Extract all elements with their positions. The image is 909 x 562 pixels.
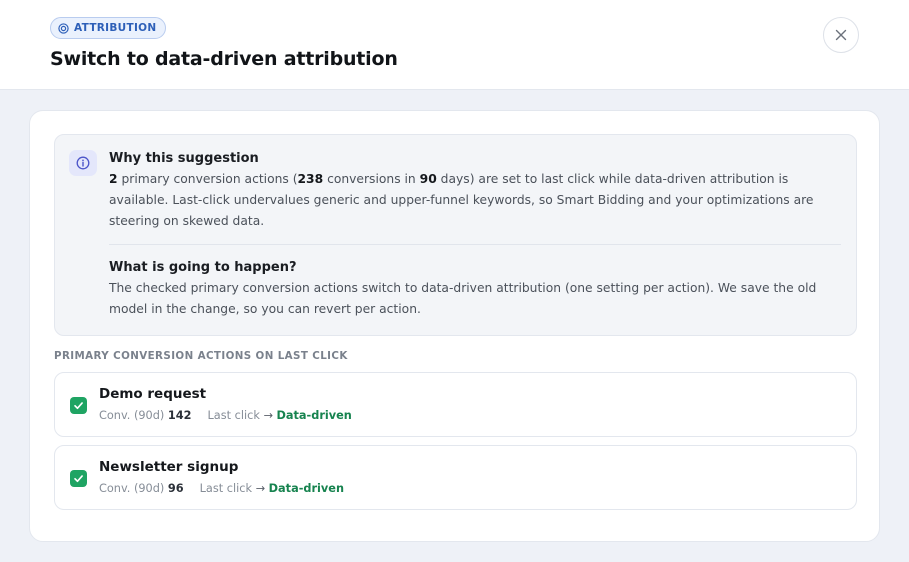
action-row-newsletter-signup[interactable]: Newsletter signup Conv. (90d) 96 Last cli… [54,445,857,510]
conv-label: Conv. (90d) [99,482,168,495]
what-heading: What is going to happen? [109,260,297,275]
from-model: Last click [199,482,256,495]
why-text-part: primary conversion actions ( [117,172,298,186]
to-model: Data-driven [276,409,352,422]
checkbox[interactable] [70,470,87,487]
dialog-title: Switch to data-driven attribution [50,48,398,70]
dialog-header: ATTRIBUTION Switch to data-driven attrib… [0,0,909,90]
close-icon [835,29,847,41]
section-label: PRIMARY CONVERSION ACTIONS ON LAST CLICK [54,350,348,362]
checkbox[interactable] [70,397,87,414]
action-row-demo-request[interactable]: Demo request Conv. (90d) 142 Last click →… [54,372,857,437]
from-model: Last click [207,409,264,422]
why-text-part: conversions in [323,172,420,186]
badge-label: ATTRIBUTION [74,22,157,34]
info-body: Why this suggestion 2 primary conversion… [109,149,841,320]
checkmark-icon [74,475,83,483]
why-heading: Why this suggestion [109,151,259,166]
arrow-icon: → [255,482,266,495]
what-text: The checked primary conversion actions s… [109,281,817,316]
action-count: 2 [109,172,118,186]
action-meta: Conv. (90d) 96 Last click → Data-driven [99,482,344,495]
action-name: Newsletter signup [99,459,239,475]
day-count: 90 [419,172,437,186]
why-text: 2 primary conversion actions (238 conver… [109,169,841,232]
action-name: Demo request [99,386,207,402]
action-meta: Conv. (90d) 142 Last click → Data-driven [99,409,352,422]
attribution-badge: ATTRIBUTION [50,17,167,39]
arrow-icon: → [263,409,273,422]
conv-value: 96 [167,482,184,495]
conv-label: Conv. (90d) [99,409,168,422]
suggestion-card: Why this suggestion 2 primary conversion… [29,110,880,542]
info-icon-box [69,150,97,176]
checkmark-icon [74,402,83,410]
to-model: Data-driven [268,482,344,495]
conversion-count: 238 [297,172,324,186]
info-panel: Why this suggestion 2 primary conversion… [54,134,857,336]
close-button[interactable] [823,17,859,53]
target-icon [58,22,69,34]
info-icon [76,156,90,170]
conv-value: 142 [167,409,192,422]
divider [109,244,841,245]
